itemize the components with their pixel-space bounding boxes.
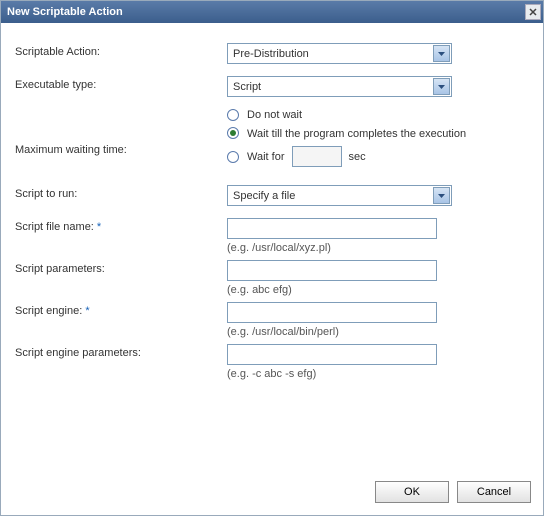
dialog-new-scriptable-action: New Scriptable Action Scriptable Action:…: [0, 0, 544, 516]
radio-label: Do not wait: [247, 109, 302, 121]
input-script-parameters[interactable]: [227, 260, 437, 281]
radio-group-wait: Do not wait Wait till the program comple…: [227, 109, 531, 167]
dialog-content: Scriptable Action: Pre-Distribution Exec…: [1, 23, 543, 396]
label-script-file-name: Script file name: *: [15, 218, 227, 233]
select-script-to-run[interactable]: Specify a file: [227, 185, 452, 206]
radio-icon: [227, 151, 239, 163]
chevron-down-icon: [433, 78, 450, 95]
radio-label: Wait till the program completes the exec…: [247, 127, 466, 140]
input-script-file-name[interactable]: [227, 218, 437, 239]
label-script-to-run: Script to run:: [15, 185, 227, 200]
select-executable-type-value: Script: [233, 81, 261, 93]
label-max-wait: Maximum waiting time:: [15, 120, 227, 156]
radio-wait-for[interactable]: Wait for sec: [227, 146, 531, 167]
radio-wait-complete[interactable]: Wait till the program completes the exec…: [227, 127, 531, 140]
radio-icon: [227, 109, 239, 121]
hint-script-engine-parameters: (e.g. -c abc -s efg): [227, 368, 531, 380]
label-sec: sec: [349, 151, 366, 163]
radio-label: Wait for: [247, 151, 285, 163]
chevron-down-icon: [433, 187, 450, 204]
select-scriptable-action[interactable]: Pre-Distribution: [227, 43, 452, 64]
dialog-title: New Scriptable Action: [7, 6, 123, 18]
select-script-to-run-value: Specify a file: [233, 190, 295, 202]
hint-script-file-name: (e.g. /usr/local/xyz.pl): [227, 242, 531, 254]
input-wait-for-seconds[interactable]: [292, 146, 342, 167]
label-script-engine-parameters: Script engine parameters:: [15, 344, 227, 359]
cancel-button[interactable]: Cancel: [457, 481, 531, 503]
label-script-parameters: Script parameters:: [15, 260, 227, 275]
select-scriptable-action-value: Pre-Distribution: [233, 48, 309, 60]
chevron-down-icon: [433, 45, 450, 62]
label-scriptable-action: Scriptable Action:: [15, 43, 227, 58]
ok-button[interactable]: OK: [375, 481, 449, 503]
select-executable-type[interactable]: Script: [227, 76, 452, 97]
label-script-engine: Script engine: *: [15, 302, 227, 317]
radio-do-not-wait[interactable]: Do not wait: [227, 109, 531, 121]
close-icon: [529, 8, 537, 16]
input-script-engine-parameters[interactable]: [227, 344, 437, 365]
dialog-footer: OK Cancel: [375, 481, 531, 503]
titlebar: New Scriptable Action: [1, 1, 543, 23]
hint-script-engine: (e.g. /usr/local/bin/perl): [227, 326, 531, 338]
label-executable-type: Executable type:: [15, 76, 227, 91]
close-button[interactable]: [525, 4, 541, 20]
input-script-engine[interactable]: [227, 302, 437, 323]
radio-icon: [227, 127, 239, 139]
hint-script-parameters: (e.g. abc efg): [227, 284, 531, 296]
